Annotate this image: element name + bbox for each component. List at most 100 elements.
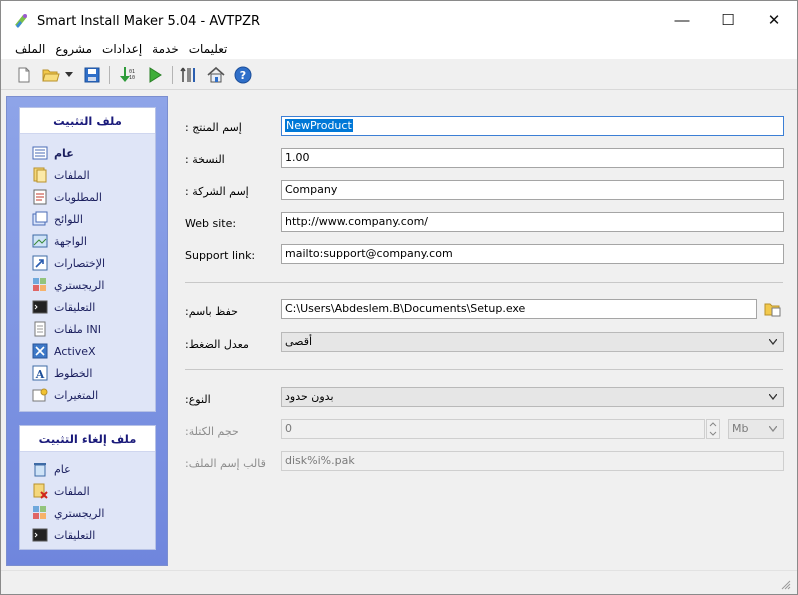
tools-button[interactable] bbox=[179, 65, 199, 85]
minimize-button[interactable]: — bbox=[659, 1, 705, 39]
open-folder-icon bbox=[42, 69, 60, 82]
home-icon bbox=[207, 66, 225, 83]
dialogs-icon bbox=[32, 211, 48, 227]
files-icon bbox=[32, 167, 48, 183]
sidebar-item-label: الملفات bbox=[54, 168, 90, 182]
sidebar-item-uninstall-commands[interactable]: التعليقات bbox=[32, 526, 95, 544]
app-logo-icon bbox=[15, 14, 27, 28]
block-size-input[interactable]: 0 bbox=[281, 419, 705, 439]
svg-text:?: ? bbox=[240, 69, 246, 82]
save-icon bbox=[84, 67, 100, 83]
home-button[interactable] bbox=[206, 65, 226, 85]
menu-service[interactable]: خدمة bbox=[151, 42, 180, 56]
save-button[interactable] bbox=[82, 65, 102, 85]
variables-icon bbox=[32, 387, 48, 403]
type-select[interactable]: بدون حدود bbox=[281, 387, 784, 407]
browse-button[interactable] bbox=[764, 300, 782, 318]
menu-settings[interactable]: إعدادات bbox=[101, 42, 143, 56]
version-label: : النسخة bbox=[185, 153, 225, 166]
open-button[interactable] bbox=[41, 65, 61, 85]
title-bar[interactable]: Smart Install Maker 5.04 - AVTPZR — ☐ ✕ bbox=[1, 1, 797, 39]
sidebar-item-general[interactable]: عام bbox=[32, 144, 74, 162]
interface-icon bbox=[32, 233, 48, 249]
help-button[interactable]: ? bbox=[233, 65, 253, 85]
uninstall-panel: ملف إلغاء التثبيت عام الملفات الريجستري … bbox=[19, 425, 156, 550]
sidebar-item-commands[interactable]: التعليقات bbox=[32, 298, 95, 316]
build-button[interactable]: 01 10 bbox=[117, 65, 137, 85]
requirements-icon bbox=[32, 189, 48, 205]
sidebar-item-label: الملفات bbox=[54, 484, 90, 498]
general-list-icon bbox=[32, 145, 48, 161]
sidebar-item-shortcuts[interactable]: الإختصارات bbox=[32, 254, 105, 272]
filename-template-label: :قالب إسم الملف bbox=[185, 457, 266, 470]
maximize-icon: ☐ bbox=[721, 12, 735, 29]
sidebar-item-activex[interactable]: ActiveX bbox=[32, 342, 96, 360]
sidebar-item-dialogs[interactable]: اللوائح bbox=[32, 210, 83, 228]
sidebar-item-label: المطلوبات bbox=[54, 190, 102, 204]
install-panel: ملف التثبيت عام الملفات المطلوبات اللوائ… bbox=[19, 107, 156, 412]
menu-help[interactable]: تعليمات bbox=[188, 42, 229, 56]
sidebar-item-label: الإختصارات bbox=[54, 256, 106, 270]
sidebar-item-fonts[interactable]: A الخطوط bbox=[32, 364, 92, 382]
shortcut-icon bbox=[32, 255, 48, 271]
type-value: بدون حدود bbox=[285, 390, 334, 403]
company-label: : إسم الشركة bbox=[185, 185, 249, 198]
sidebar-item-label: الخطوط bbox=[54, 366, 93, 380]
sidebar-item-label: الريجستري bbox=[54, 278, 105, 292]
run-button[interactable] bbox=[145, 65, 165, 85]
compression-label: :معدل الضغط bbox=[185, 338, 249, 351]
sidebar-item-label: اللوائح bbox=[54, 212, 83, 226]
version-input[interactable]: 1.00 bbox=[281, 148, 784, 168]
maximize-button[interactable]: ☐ bbox=[705, 1, 751, 39]
support-link-input[interactable]: mailto:support@company.com bbox=[281, 244, 784, 264]
close-button[interactable]: ✕ bbox=[751, 1, 797, 39]
sidebar-item-registry[interactable]: الريجستري bbox=[32, 276, 104, 294]
close-icon: ✕ bbox=[767, 12, 781, 29]
save-as-input[interactable]: C:\Users\Abdeslem.B\Documents\Setup.exe bbox=[281, 299, 757, 319]
sidebar-item-ini-files[interactable]: ملفات INI bbox=[32, 320, 101, 338]
minimize-icon: — bbox=[674, 11, 690, 29]
commands-icon bbox=[32, 527, 48, 543]
general-settings-form: : إسم المنتج NewProduct : النسخة 1.00 : … bbox=[171, 96, 796, 566]
build-icon: 01 10 bbox=[120, 67, 135, 82]
browse-folder-icon bbox=[764, 303, 781, 317]
menu-project[interactable]: مشروع bbox=[54, 42, 93, 56]
trash-icon bbox=[32, 461, 48, 477]
sidebar-item-label: عام bbox=[54, 146, 74, 160]
resize-grip-icon[interactable] bbox=[781, 580, 791, 590]
sidebar-item-uninstall-files[interactable]: الملفات bbox=[32, 482, 90, 500]
menu-file[interactable]: الملف bbox=[14, 42, 46, 56]
sidebar-item-variables[interactable]: المتغيرات bbox=[32, 386, 98, 404]
chevron-down-icon bbox=[769, 394, 777, 400]
compression-value: أقصى bbox=[285, 335, 313, 348]
sidebar-item-uninstall-general[interactable]: عام bbox=[32, 460, 71, 478]
sidebar-item-label: الواجهة bbox=[54, 234, 87, 248]
compression-select[interactable]: أقصى bbox=[281, 332, 784, 352]
sidebar-item-label: التعليقات bbox=[54, 300, 96, 314]
new-file-button[interactable] bbox=[14, 65, 34, 85]
filename-template-input[interactable]: disk%i%.pak bbox=[281, 451, 784, 471]
website-label: Web site: bbox=[185, 217, 237, 230]
new-file-icon bbox=[18, 67, 30, 83]
product-name-value: NewProduct bbox=[285, 119, 353, 132]
sidebar-item-label: الريجستري bbox=[54, 506, 105, 520]
block-size-unit-select[interactable]: Mb bbox=[728, 419, 784, 439]
website-input[interactable]: http://www.company.com/ bbox=[281, 212, 784, 232]
window-title: Smart Install Maker 5.04 - AVTPZR bbox=[37, 14, 261, 29]
toolbar: 01 10 ? bbox=[1, 60, 797, 90]
sidebar-item-requirements[interactable]: المطلوبات bbox=[32, 188, 102, 206]
sidebar-item-interface[interactable]: الواجهة bbox=[32, 232, 87, 250]
spinner-arrows-icon bbox=[709, 422, 717, 436]
fonts-icon: A bbox=[32, 365, 48, 381]
open-dropdown-button[interactable] bbox=[63, 65, 75, 85]
product-name-input[interactable]: NewProduct bbox=[281, 116, 784, 136]
section-divider bbox=[185, 282, 783, 283]
sidebar-item-label: عام bbox=[54, 462, 71, 476]
block-size-spinner[interactable] bbox=[706, 419, 720, 439]
toolbar-divider bbox=[109, 66, 110, 84]
chevron-down-icon bbox=[769, 426, 777, 432]
sidebar-item-uninstall-registry[interactable]: الريجستري bbox=[32, 504, 104, 522]
company-input[interactable]: Company bbox=[281, 180, 784, 200]
sidebar-item-files[interactable]: الملفات bbox=[32, 166, 90, 184]
run-icon bbox=[149, 67, 162, 83]
